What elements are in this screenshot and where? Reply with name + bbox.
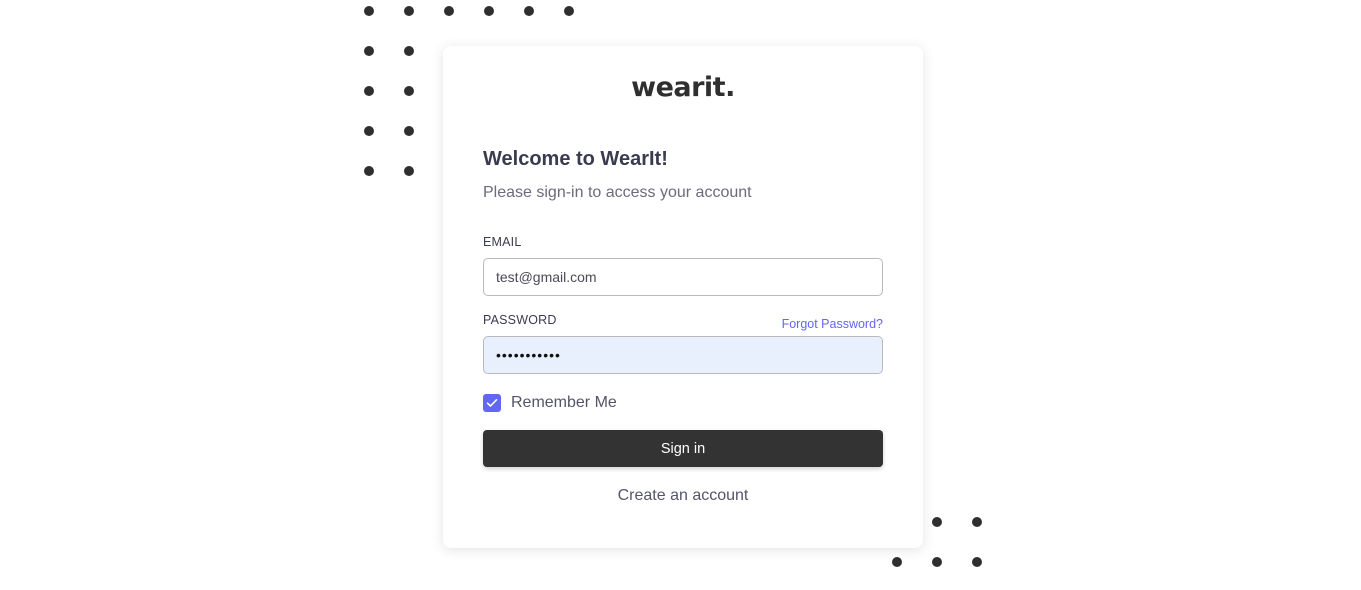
welcome-subheading: Please sign-in to access your account <box>483 184 752 201</box>
decorative-dot <box>932 557 942 567</box>
decorative-dot <box>404 46 414 56</box>
remember-me-checkbox[interactable]: Remember Me <box>483 394 617 412</box>
decorative-dot <box>404 166 414 176</box>
forgot-password-link[interactable]: Forgot Password? <box>782 317 883 331</box>
checkbox-checked-icon[interactable] <box>483 394 501 412</box>
decorative-dot <box>564 6 574 16</box>
decorative-dot <box>972 517 982 527</box>
decorative-dot <box>524 6 534 16</box>
email-label: EMAIL <box>483 235 522 249</box>
decorative-dot <box>892 557 902 567</box>
login-card: wearit. Welcome to WearIt! Please sign-i… <box>443 46 923 548</box>
checkmark-icon <box>486 399 498 407</box>
decorative-dot <box>404 126 414 136</box>
decorative-dot <box>484 6 494 16</box>
login-page: wearit. Welcome to WearIt! Please sign-i… <box>0 0 1361 590</box>
decorative-dot <box>364 86 374 96</box>
decorative-dot <box>932 517 942 527</box>
decorative-dot <box>404 86 414 96</box>
decorative-dot <box>364 166 374 176</box>
create-account-link[interactable]: Create an account <box>443 487 923 505</box>
sign-in-button[interactable]: Sign in <box>483 430 883 467</box>
password-input[interactable] <box>483 336 883 374</box>
email-input[interactable] <box>483 258 883 296</box>
decorative-dot <box>364 6 374 16</box>
decorative-dot <box>972 557 982 567</box>
password-label: PASSWORD <box>483 313 557 327</box>
remember-me-label: Remember Me <box>511 394 617 411</box>
decorative-dot <box>444 6 454 16</box>
decorative-dot <box>404 6 414 16</box>
decorative-dot <box>364 46 374 56</box>
decorative-dot <box>364 126 374 136</box>
welcome-heading: Welcome to WearIt! <box>483 148 668 170</box>
brand-logo: wearit. <box>631 72 735 103</box>
